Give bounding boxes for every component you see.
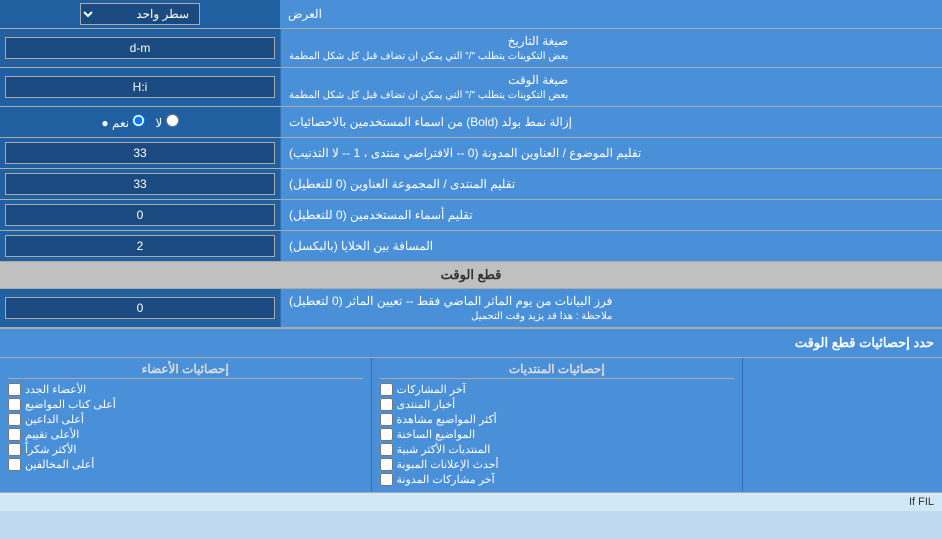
stats-grid: إحصائيات المنتديات آخر المشاركات أخبار ا… bbox=[0, 358, 942, 492]
cb-mawadee3-sakhina: المواضيع الساخنة bbox=[380, 428, 735, 441]
date-format-row: صيغة التاريخ بعض التكوينات يتطلب "/" الت… bbox=[0, 29, 942, 68]
radio-yes-label: نعم ● bbox=[101, 114, 145, 130]
bold-remove-label: إزالة نمط بولد (Bold) من اسماء المستخدمي… bbox=[280, 107, 942, 137]
qata-alwaqt-title: قطع الوقت bbox=[441, 267, 502, 282]
cell-spacing-label-text: المسافة بين الخلايا (بالبكسل) bbox=[289, 239, 433, 253]
trim-subject-input-cell bbox=[0, 138, 280, 168]
filter-data-input[interactable] bbox=[5, 297, 275, 319]
cb-a3la-kutab: أعلى كتاب المواضيع bbox=[8, 398, 363, 411]
date-format-label-text: صيغة التاريخ بعض التكوينات يتطلب "/" الت… bbox=[289, 34, 568, 62]
trim-forum-row: تقليم المنتدى / المجموعة العناوين (0 للت… bbox=[0, 169, 942, 200]
cell-spacing-input[interactable] bbox=[5, 235, 275, 257]
top-label-text: العرض bbox=[288, 7, 322, 21]
cb-akhbar-muntada: أخبار المنتدى bbox=[380, 398, 735, 411]
cb-akthar-shukran-input[interactable] bbox=[8, 443, 21, 456]
time-format-label-text: صيغة الوقت بعض التكوينات يتطلب "/" التي … bbox=[289, 73, 568, 101]
date-format-label: صيغة التاريخ بعض التكوينات يتطلب "/" الت… bbox=[280, 29, 942, 67]
cb-a3daa-jodod-input[interactable] bbox=[8, 383, 21, 396]
cb-a3la-taqyeem: الأعلى تقييم bbox=[8, 428, 363, 441]
cb-a3la-da3een: أعلى الداعين bbox=[8, 413, 363, 426]
cb-ahdath-ilaanat: أحدث الإعلانات المبوبة bbox=[380, 458, 735, 471]
cb-a3la-mukhalifeen: أعلى المخالفين bbox=[8, 458, 363, 471]
stats-col-forums-header: إحصائيات المنتديات bbox=[380, 362, 735, 379]
trim-forum-input[interactable] bbox=[5, 173, 275, 195]
display-select[interactable]: سطر واحد سطران ثلاثة أسطر bbox=[80, 3, 200, 25]
cb-akhir-musharkaat-madona: آخر مشاركات المدونة bbox=[380, 473, 735, 486]
radio-no[interactable] bbox=[166, 114, 179, 127]
date-format-input-cell bbox=[0, 29, 280, 67]
trim-users-input[interactable] bbox=[5, 204, 275, 226]
date-format-input[interactable] bbox=[5, 37, 275, 59]
top-label: العرض bbox=[280, 0, 942, 28]
cb-mawadee3-sakhina-input[interactable] bbox=[380, 428, 393, 441]
top-row: العرض سطر واحد سطران ثلاثة أسطر bbox=[0, 0, 942, 29]
trim-forum-label: تقليم المنتدى / المجموعة العناوين (0 للت… bbox=[280, 169, 942, 199]
cb-akthar-shobia-input[interactable] bbox=[380, 443, 393, 456]
filter-data-label-text: فرز البيانات من يوم الماثر الماضي فقط --… bbox=[289, 294, 612, 322]
cell-spacing-input-cell bbox=[0, 231, 280, 261]
trim-subject-row: تقليم الموضوع / العناوين المدونة (0 -- ا… bbox=[0, 138, 942, 169]
bold-remove-radio-cell: لا نعم ● bbox=[0, 107, 280, 137]
cb-akthar-shukran: الأكثر شكراً bbox=[8, 443, 363, 456]
cb-akthar-shobia: المنتديات الأكثر شبية bbox=[380, 443, 735, 456]
footer: If FIL bbox=[0, 492, 942, 511]
trim-subject-label: تقليم الموضوع / العناوين المدونة (0 -- ا… bbox=[280, 138, 942, 168]
cb-ahdath-ilaanat-input[interactable] bbox=[380, 458, 393, 471]
cb-akhir-musharkaat: آخر المشاركات bbox=[380, 383, 735, 396]
cb-akhir-musharkaat-madona-input[interactable] bbox=[380, 473, 393, 486]
radio-no-label: لا bbox=[155, 114, 178, 130]
cb-akhir-musharkaat-input[interactable] bbox=[380, 383, 393, 396]
cb-akhbar-muntada-input[interactable] bbox=[380, 398, 393, 411]
trim-users-input-cell bbox=[0, 200, 280, 230]
trim-forum-input-cell bbox=[0, 169, 280, 199]
time-format-label: صيغة الوقت بعض التكوينات يتطلب "/" التي … bbox=[280, 68, 942, 106]
cb-akthar-mushahadah: أكثر المواضيع مشاهدة bbox=[380, 413, 735, 426]
cb-a3la-da3een-input[interactable] bbox=[8, 413, 21, 426]
trim-subject-input[interactable] bbox=[5, 142, 275, 164]
stats-col-forums: إحصائيات المنتديات آخر المشاركات أخبار ا… bbox=[371, 358, 743, 492]
trim-subject-label-text: تقليم الموضوع / العناوين المدونة (0 -- ا… bbox=[289, 146, 641, 160]
cb-a3daa-jodod: الأعضاء الجدد bbox=[8, 383, 363, 396]
cell-spacing-label: المسافة بين الخلايا (بالبكسل) bbox=[280, 231, 942, 261]
stats-section-title: حدد إحصائيات قطع الوقت bbox=[795, 335, 934, 350]
stats-empty-label bbox=[742, 358, 942, 492]
cell-spacing-row: المسافة بين الخلايا (بالبكسل) bbox=[0, 231, 942, 262]
filter-data-label: فرز البيانات من يوم الماثر الماضي فقط --… bbox=[280, 289, 942, 327]
cb-a3la-kutab-input[interactable] bbox=[8, 398, 21, 411]
stats-col-members: إحصائيات الأعضاء الأعضاء الجدد أعلى كتاب… bbox=[0, 358, 371, 492]
cb-a3la-taqyeem-input[interactable] bbox=[8, 428, 21, 441]
filter-data-row: فرز البيانات من يوم الماثر الماضي فقط --… bbox=[0, 289, 942, 328]
stats-col-members-header: إحصائيات الأعضاء bbox=[8, 362, 363, 379]
footer-text: If FIL bbox=[909, 496, 934, 508]
stats-section-header: حدد إحصائيات قطع الوقت bbox=[0, 328, 942, 358]
filter-data-input-cell bbox=[0, 289, 280, 327]
top-select-cell: سطر واحد سطران ثلاثة أسطر bbox=[0, 0, 280, 28]
time-format-input-cell bbox=[0, 68, 280, 106]
trim-forum-label-text: تقليم المنتدى / المجموعة العناوين (0 للت… bbox=[289, 177, 515, 191]
trim-users-row: تقليم أسماء المستخدمين (0 للتعطيل) bbox=[0, 200, 942, 231]
cb-akthar-mushahadah-input[interactable] bbox=[380, 413, 393, 426]
cb-a3la-mukhalifeen-input[interactable] bbox=[8, 458, 21, 471]
radio-yes[interactable] bbox=[132, 114, 145, 127]
trim-users-label-text: تقليم أسماء المستخدمين (0 للتعطيل) bbox=[289, 208, 473, 222]
bold-remove-label-text: إزالة نمط بولد (Bold) من اسماء المستخدمي… bbox=[289, 115, 572, 129]
time-format-input[interactable] bbox=[5, 76, 275, 98]
trim-users-label: تقليم أسماء المستخدمين (0 للتعطيل) bbox=[280, 200, 942, 230]
time-format-row: صيغة الوقت بعض التكوينات يتطلب "/" التي … bbox=[0, 68, 942, 107]
qata-alwaqt-header: قطع الوقت bbox=[0, 262, 942, 289]
bold-remove-row: إزالة نمط بولد (Bold) من اسماء المستخدمي… bbox=[0, 107, 942, 138]
